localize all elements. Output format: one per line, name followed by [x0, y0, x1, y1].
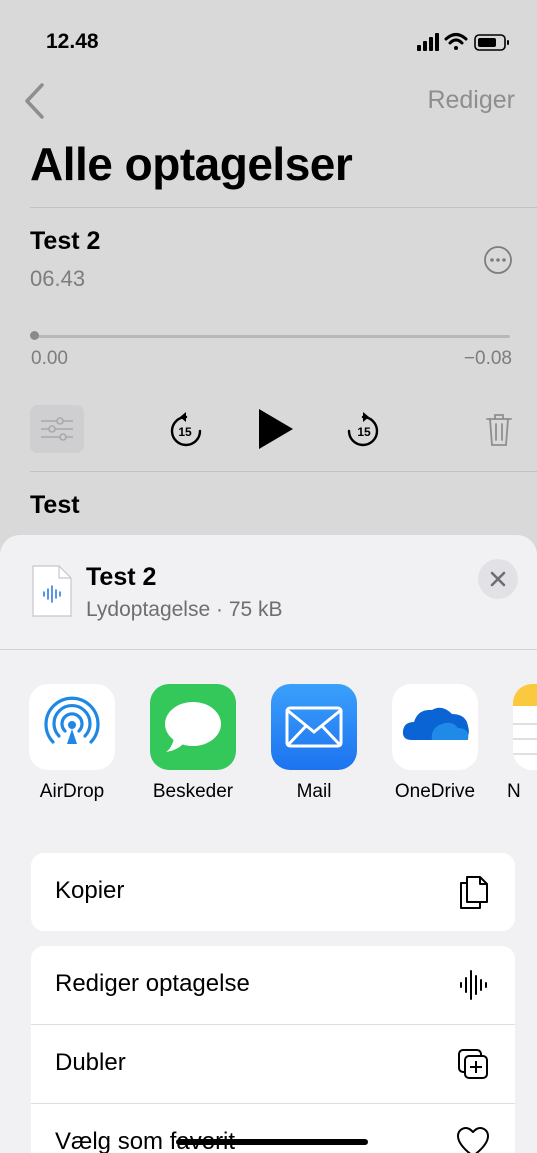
action-favorite[interactable]: Vælg som favorit — [31, 1104, 515, 1153]
app-label: N — [507, 781, 521, 802]
close-button[interactable] — [478, 559, 518, 599]
action-copy[interactable]: Kopier — [31, 853, 515, 931]
recording-title[interactable]: Test — [30, 491, 80, 520]
status-time: 12.48 — [46, 30, 99, 53]
copy-icon — [460, 876, 488, 909]
airdrop-icon — [29, 684, 115, 770]
elapsed-time: 0.00 — [31, 348, 68, 369]
messages-icon — [150, 684, 236, 770]
audio-file-icon — [32, 565, 72, 617]
share-app-airdrop[interactable]: AirDrop — [29, 684, 115, 802]
scrubber-knob[interactable] — [30, 331, 39, 340]
mail-icon — [271, 684, 357, 770]
action-label: Rediger optagelse — [55, 970, 250, 997]
status-bar: 12.48 — [0, 0, 537, 70]
app-label: OneDrive — [394, 781, 476, 802]
divider — [30, 207, 537, 208]
home-indicator[interactable] — [176, 1139, 368, 1145]
share-app-onedrive[interactable]: OneDrive — [392, 684, 478, 802]
more-icon[interactable] — [483, 245, 513, 275]
svg-text:15: 15 — [357, 425, 371, 439]
close-icon — [490, 571, 506, 587]
scrubber-track[interactable] — [32, 335, 510, 338]
page-title: Alle optagelser — [30, 138, 353, 190]
share-app-notes[interactable]: N — [507, 684, 537, 802]
recording-title[interactable]: Test 2 — [30, 227, 100, 256]
notes-icon — [513, 684, 537, 770]
wifi-icon — [444, 33, 468, 50]
onedrive-icon — [392, 684, 478, 770]
sliders-icon — [41, 417, 73, 441]
shared-file-name: Test 2 — [86, 563, 157, 591]
options-button[interactable] — [30, 405, 84, 453]
waveform-icon — [460, 970, 487, 1000]
svg-text:15: 15 — [178, 425, 192, 439]
share-app-mail[interactable]: Mail — [271, 684, 357, 802]
battery-icon — [474, 34, 509, 51]
back-chevron-icon[interactable] — [22, 82, 46, 120]
action-group-edit: Rediger optagelse Dubler Vælg som favori… — [31, 946, 515, 1153]
signal-icon — [417, 33, 439, 51]
heart-icon — [457, 1127, 489, 1153]
divider — [30, 471, 537, 472]
action-label: Kopier — [55, 877, 125, 904]
trash-icon[interactable] — [485, 413, 513, 447]
action-duplicate[interactable]: Dubler — [31, 1025, 515, 1104]
play-icon[interactable] — [257, 408, 295, 450]
share-sheet: Test 2 Lydoptagelse · 75 kB AirDrop Besk… — [0, 535, 537, 1153]
edit-button[interactable]: Rediger — [427, 86, 515, 115]
share-app-messages[interactable]: Beskeder — [150, 684, 236, 802]
status-icons — [417, 33, 509, 51]
skip-back-15-icon[interactable]: 15 — [168, 410, 204, 450]
duplicate-icon — [458, 1049, 488, 1079]
action-label: Dubler — [55, 1049, 126, 1076]
shared-file-details: Lydoptagelse · 75 kB — [86, 598, 283, 621]
divider — [0, 649, 537, 650]
action-group-copy: Kopier — [31, 853, 515, 931]
recording-time: 06.43 — [30, 266, 86, 291]
remaining-time: −0.08 — [463, 348, 512, 369]
action-edit-recording[interactable]: Rediger optagelse — [31, 946, 515, 1025]
skip-forward-15-icon[interactable]: 15 — [345, 410, 381, 450]
